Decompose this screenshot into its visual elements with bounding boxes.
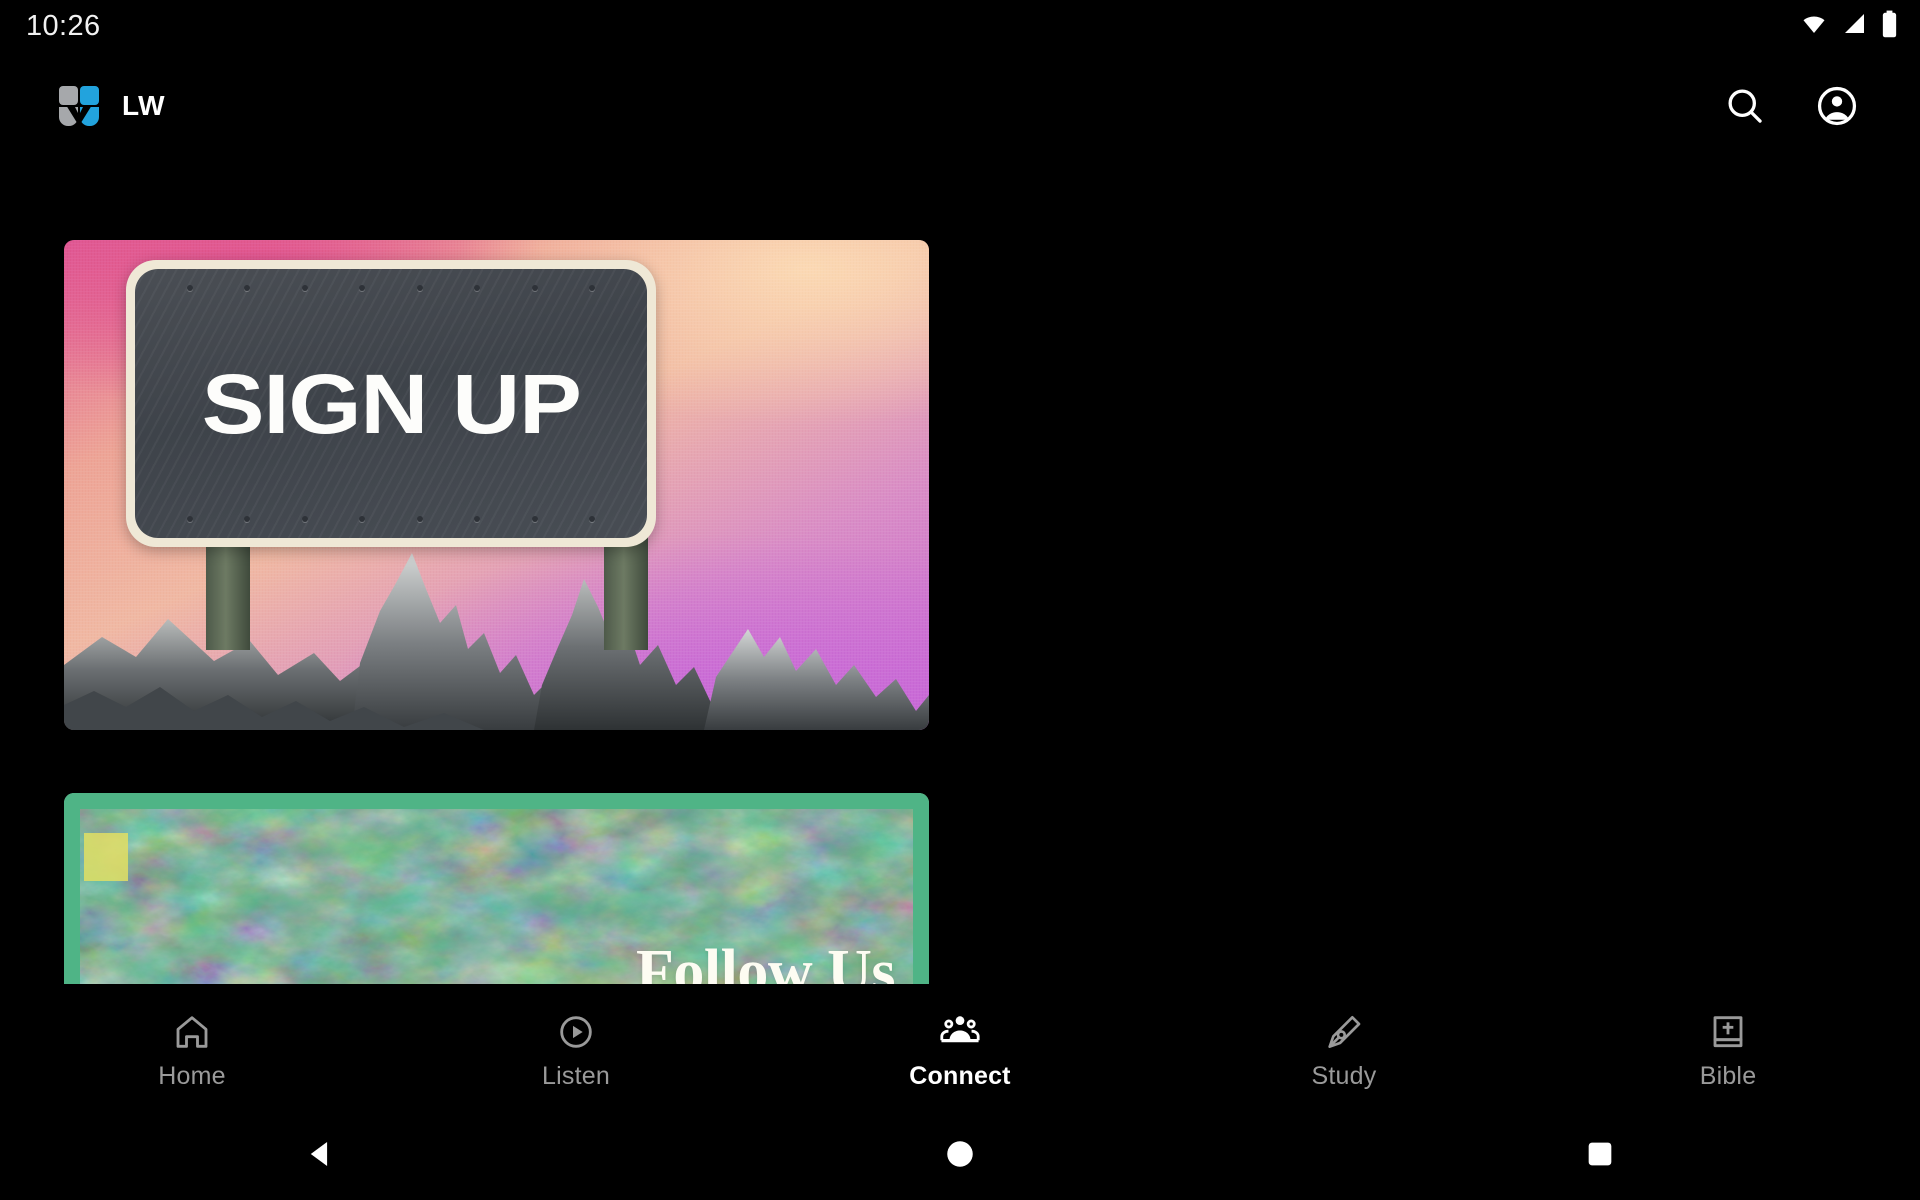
tab-connect-label: Connect: [909, 1061, 1011, 1090]
follow-us-card[interactable]: Follow Us On Social Media: [64, 793, 929, 990]
status-bar: 10:26: [0, 0, 1920, 52]
tab-home[interactable]: Home: [0, 1006, 384, 1091]
system-navigation-bar: [0, 1112, 1920, 1200]
status-bar-clock: 10:26: [26, 9, 101, 42]
status-bar-icons: [1799, 10, 1898, 43]
tab-home-label: Home: [158, 1061, 226, 1090]
wifi-icon: [1799, 12, 1829, 41]
sign-up-headline: SIGN UP: [201, 356, 581, 451]
app-bar: LW: [0, 52, 1920, 160]
tab-study[interactable]: Study: [1152, 1006, 1536, 1091]
pen-nib-icon: [1324, 1010, 1364, 1052]
cellular-signal-icon: [1841, 12, 1869, 41]
nav-home-button[interactable]: [885, 1112, 1035, 1200]
follow-us-headline-line1: Follow Us: [636, 938, 896, 990]
bottom-tab-bar: Home Listen Connect Study Bible: [0, 984, 1920, 1112]
tab-bible-label: Bible: [1699, 1061, 1757, 1090]
triangle-back-icon: [303, 1137, 337, 1176]
nav-back-button[interactable]: [245, 1112, 395, 1200]
nav-recents-button[interactable]: [1525, 1112, 1675, 1200]
app-title: LW: [122, 90, 166, 121]
mountain-illustration: [64, 553, 929, 730]
sign-rivets-bottom: [135, 516, 647, 522]
app-bar-actions: [1716, 77, 1892, 135]
sign-rivets-top: [135, 285, 647, 291]
tab-listen[interactable]: Listen: [384, 1006, 768, 1091]
card-grid: SIGN UP Follow Us: [64, 240, 1856, 990]
home-icon: [172, 1010, 212, 1052]
card-feed[interactable]: SIGN UP Follow Us: [0, 160, 1920, 990]
tab-bible[interactable]: Bible: [1536, 1006, 1920, 1091]
account-circle-icon[interactable]: [1808, 77, 1866, 135]
sign-up-card[interactable]: SIGN UP: [64, 240, 929, 730]
brand[interactable]: LW: [58, 85, 165, 127]
sign-face: SIGN UP: [135, 269, 647, 538]
sign-board: SIGN UP: [126, 260, 656, 547]
circle-home-icon: [943, 1137, 977, 1176]
book-cross-icon: [1708, 1010, 1748, 1052]
play-circle-icon: [556, 1010, 596, 1052]
tab-listen-label: Listen: [542, 1061, 610, 1090]
tab-connect[interactable]: Connect: [768, 1006, 1152, 1091]
follow-us-headline: Follow Us On Social Media: [462, 938, 896, 990]
search-icon[interactable]: [1716, 77, 1774, 135]
battery-icon: [1881, 10, 1898, 43]
people-group-icon: [939, 1010, 981, 1052]
square-recents-icon: [1584, 1138, 1616, 1175]
lw-app-logo-icon: [58, 85, 100, 127]
tab-study-label: Study: [1311, 1061, 1377, 1090]
